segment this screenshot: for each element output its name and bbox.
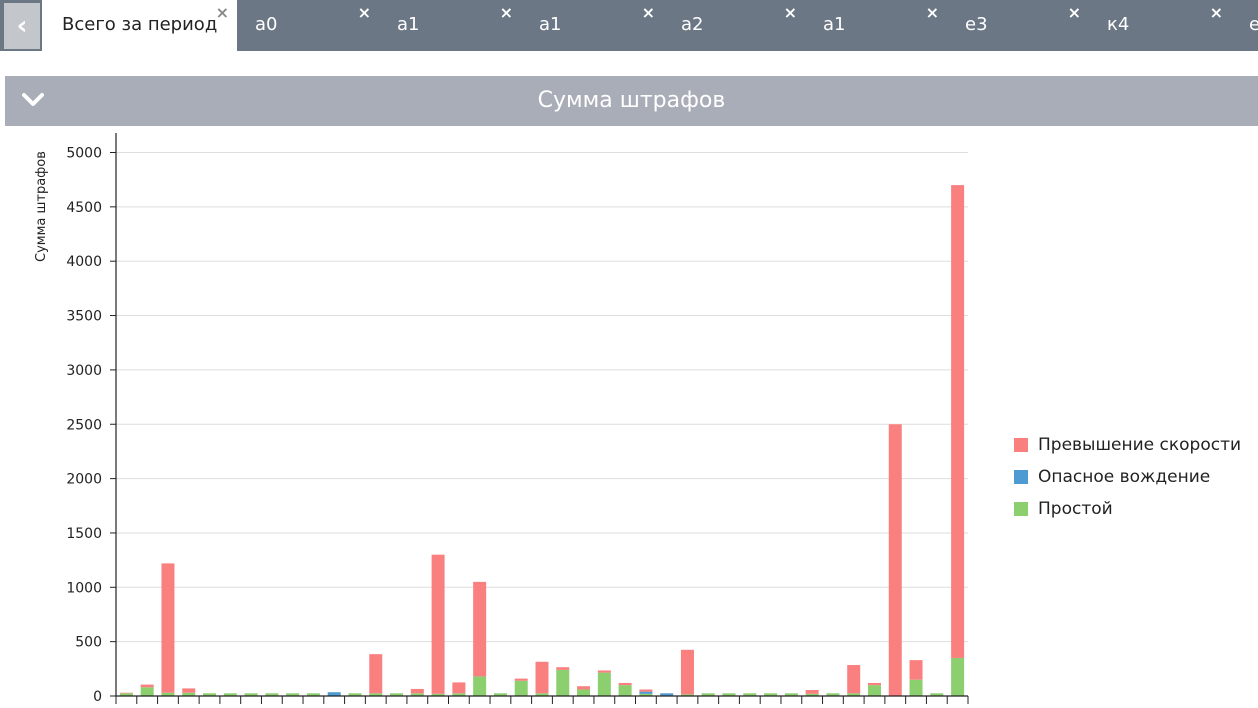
chart-axes bbox=[115, 133, 968, 697]
y-tick-label: 2000 bbox=[66, 472, 102, 488]
y-tick-label: 5000 bbox=[66, 146, 102, 162]
bar-segment[interactable] bbox=[597, 672, 611, 696]
bar-segment[interactable] bbox=[909, 660, 923, 680]
chart-bars bbox=[119, 185, 965, 696]
y-tick-label: 3500 bbox=[66, 309, 102, 325]
y-tick-label: 500 bbox=[75, 635, 102, 651]
y-tick-label: 3000 bbox=[66, 363, 102, 379]
bar-segment[interactable] bbox=[535, 661, 549, 694]
bar-segment[interactable] bbox=[618, 682, 632, 686]
close-icon[interactable]: × bbox=[1210, 3, 1223, 22]
close-icon[interactable]: × bbox=[216, 3, 229, 22]
y-tick-label: 1500 bbox=[66, 526, 102, 542]
tab-label: к4 bbox=[1107, 14, 1130, 35]
bar-segment[interactable] bbox=[556, 669, 570, 696]
bar-segment[interactable] bbox=[452, 682, 466, 694]
bar-segment[interactable] bbox=[867, 682, 881, 686]
bar-segment[interactable] bbox=[514, 680, 528, 696]
legend-swatch bbox=[1014, 502, 1028, 516]
tab-bar: ‹ Всего за период × а0 × а1 × а1 × а2 × … bbox=[0, 0, 1258, 51]
bar-segment[interactable] bbox=[577, 686, 591, 690]
tab-label: Всего за период bbox=[62, 14, 218, 35]
y-tick-label: 0 bbox=[93, 689, 102, 705]
tab-label: а1 bbox=[397, 14, 420, 35]
legend-swatch bbox=[1014, 438, 1028, 452]
tab-label: е3 bbox=[965, 14, 988, 35]
legend-swatch bbox=[1014, 470, 1028, 484]
tab-vehicle-1[interactable]: а0 × bbox=[237, 0, 379, 51]
legend-label: Простой bbox=[1038, 499, 1113, 519]
close-icon[interactable]: × bbox=[1068, 3, 1081, 22]
tab-vehicle-6[interactable]: е3 × bbox=[947, 0, 1089, 51]
bar-segment[interactable] bbox=[805, 690, 819, 694]
bar-segment[interactable] bbox=[951, 185, 965, 658]
bar-segment[interactable] bbox=[161, 563, 175, 693]
y-tick-label: 2500 bbox=[66, 417, 102, 433]
bar-segment[interactable] bbox=[140, 684, 154, 688]
tab-vehicle-8[interactable]: е3 bbox=[1231, 0, 1258, 51]
legend-label: Опасное вождение bbox=[1038, 467, 1211, 487]
scroll-left-button[interactable]: ‹ bbox=[4, 3, 40, 49]
bar-segment[interactable] bbox=[618, 685, 632, 696]
close-icon[interactable]: × bbox=[500, 3, 513, 22]
tab-vehicle-5[interactable]: а1 × bbox=[805, 0, 947, 51]
bar-segment[interactable] bbox=[597, 670, 611, 673]
bar-segment[interactable] bbox=[847, 665, 861, 694]
y-ticks: 0 500 1000 1500 2000 2500 3000 3500 4000 4500 5000 bbox=[66, 146, 116, 705]
y-tick-label: 1000 bbox=[66, 580, 102, 596]
bar-segment[interactable] bbox=[909, 679, 923, 696]
close-icon[interactable]: × bbox=[642, 3, 655, 22]
y-tick-label: 4000 bbox=[66, 254, 102, 270]
close-icon[interactable]: × bbox=[358, 3, 371, 22]
tab-vehicle-3[interactable]: а1 × bbox=[521, 0, 663, 51]
tab-label: е3 bbox=[1249, 14, 1258, 35]
bar-segment[interactable] bbox=[680, 649, 694, 695]
bar-segment[interactable] bbox=[473, 676, 487, 696]
bar-segment[interactable] bbox=[473, 581, 487, 677]
bar-segment[interactable] bbox=[431, 554, 445, 694]
chevron-left-icon: ‹ bbox=[16, 11, 28, 41]
tab-label: а0 bbox=[255, 14, 278, 35]
bar-segment[interactable] bbox=[639, 689, 653, 692]
fines-bar-chart: 0 500 1000 1500 2000 2500 3000 3500 4000 4500 5000 bbox=[66, 133, 969, 705]
bar-segment[interactable] bbox=[951, 657, 965, 696]
tab-vehicle-4[interactable]: а2 × bbox=[663, 0, 805, 51]
bar-segment[interactable] bbox=[888, 424, 902, 696]
bar-segment[interactable] bbox=[182, 688, 196, 693]
bar-segment[interactable] bbox=[577, 689, 591, 696]
panel-title: Сумма штрафов bbox=[537, 88, 726, 113]
bar-segment[interactable] bbox=[639, 691, 653, 694]
tab-total-period[interactable]: Всего за период × bbox=[42, 0, 237, 51]
bar-segment[interactable] bbox=[140, 687, 154, 696]
bar-segment[interactable] bbox=[410, 688, 424, 694]
tab-vehicle-2[interactable]: а1 × bbox=[379, 0, 521, 51]
bar-segment[interactable] bbox=[119, 692, 133, 694]
x-ticks bbox=[115, 696, 969, 704]
tab-vehicle-7[interactable]: к4 × bbox=[1089, 0, 1231, 51]
bar-segment[interactable] bbox=[369, 654, 383, 694]
tab-label: а1 bbox=[539, 14, 562, 35]
close-icon[interactable]: × bbox=[784, 3, 797, 22]
panel-header[interactable]: Сумма штрафов bbox=[5, 76, 1258, 126]
bar-segment[interactable] bbox=[514, 678, 528, 681]
close-icon[interactable]: × bbox=[926, 3, 939, 22]
bar-segment[interactable] bbox=[867, 685, 881, 696]
chart-grid bbox=[116, 152, 968, 643]
bar-segment[interactable] bbox=[556, 667, 570, 670]
tab-label: а2 bbox=[681, 14, 704, 35]
y-tick-label: 4500 bbox=[66, 200, 102, 216]
legend-label: Превышение скорости bbox=[1038, 435, 1242, 455]
tab-label: а1 bbox=[823, 14, 846, 35]
